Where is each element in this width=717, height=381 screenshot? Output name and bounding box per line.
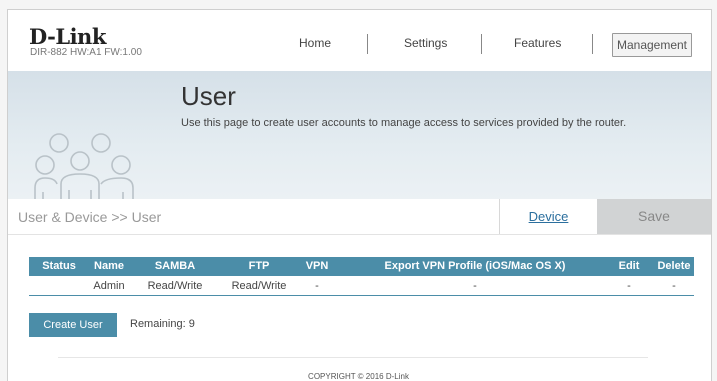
- col-vpn: VPN: [305, 260, 329, 272]
- cell-export-vpn: -: [473, 280, 477, 292]
- page-title: User: [181, 81, 236, 111]
- nav-features[interactable]: Features: [514, 36, 561, 50]
- col-samba: SAMBA: [154, 260, 196, 272]
- cell-ftp: Read/Write: [231, 280, 287, 292]
- delete-action[interactable]: -: [672, 280, 676, 292]
- nav-management[interactable]: Management: [612, 33, 692, 57]
- col-name: Name: [94, 260, 124, 272]
- model-info: DIR-882 HW:A1 FW:1.00: [30, 47, 142, 58]
- cell-vpn: -: [315, 280, 319, 292]
- page-description: Use this page to create user accounts to…: [181, 117, 627, 129]
- nav-divider: [367, 34, 368, 54]
- edit-action[interactable]: -: [627, 280, 631, 292]
- save-button[interactable]: Save: [597, 199, 711, 234]
- table-header: Status Name SAMBA FTP VPN Export VPN Pro…: [29, 257, 694, 276]
- breadcrumb-bar: User & Device >> User Device Save: [8, 199, 711, 235]
- col-status: Status: [42, 260, 76, 272]
- breadcrumb: User & Device >> User: [18, 209, 162, 225]
- top-header: D-Link DIR-882 HW:A1 FW:1.00 Home Settin…: [8, 10, 711, 70]
- table-row: Admin Read/Write Read/Write - - - -: [29, 276, 694, 296]
- users-group-icon: [33, 120, 173, 205]
- dlink-logo[interactable]: D-Link: [29, 24, 106, 49]
- device-link[interactable]: Device: [499, 199, 598, 234]
- nav-divider: [592, 34, 593, 54]
- nav-settings[interactable]: Settings: [404, 36, 447, 50]
- remaining-count: Remaining: 9: [130, 318, 195, 330]
- col-edit: Edit: [618, 260, 640, 272]
- cell-name: Admin: [93, 280, 125, 292]
- nav-divider: [481, 34, 482, 54]
- cell-samba: Read/Write: [147, 280, 203, 292]
- col-delete: Delete: [657, 260, 691, 272]
- col-export-vpn: Export VPN Profile (iOS/Mac OS X): [384, 260, 566, 272]
- nav-home[interactable]: Home: [299, 36, 331, 50]
- create-user-button[interactable]: Create User: [29, 313, 117, 337]
- footer-divider: [58, 357, 648, 358]
- col-ftp: FTP: [248, 260, 270, 272]
